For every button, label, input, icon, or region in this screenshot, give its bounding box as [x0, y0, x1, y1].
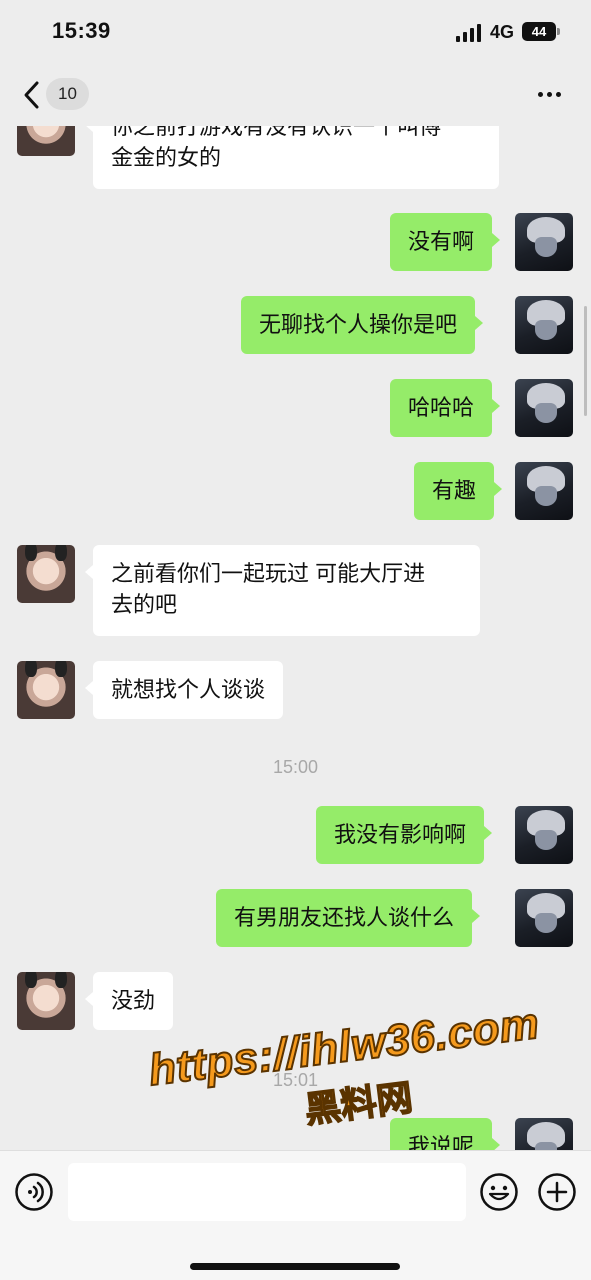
message-text-line: 你之前打游戏有没有认识一个叫傅: [111, 126, 442, 139]
battery-icon: 44: [522, 22, 560, 41]
outgoing-message-bubble[interactable]: 没有啊: [390, 213, 501, 271]
outgoing-message-bubble[interactable]: 我说呢: [390, 1118, 501, 1150]
message-text: 没有啊: [408, 229, 475, 254]
message-timestamp: 15:00: [272, 757, 319, 777]
incoming-message-bubble[interactable]: 之前看你们一起玩过 可能大厅进 去的吧: [85, 545, 480, 636]
my-avatar[interactable]: [515, 889, 573, 947]
voice-icon[interactable]: [14, 1172, 54, 1212]
message-text-line: 金金的女的: [111, 145, 222, 170]
chevron-left-icon[interactable]: [20, 80, 44, 110]
message-text: 有趣: [432, 478, 477, 503]
cellular-signal-icon: [456, 24, 482, 42]
contact-avatar[interactable]: [17, 126, 75, 156]
message-timestamp: 15:01: [272, 1070, 319, 1090]
chat-message-list[interactable]: 你之前打游戏有没有认识一个叫傅 金金的女的 没有啊 无聊找个人操你是吧 哈哈哈 …: [0, 126, 591, 1150]
chat-input-bar: [0, 1150, 591, 1280]
outgoing-message-bubble[interactable]: 有趣: [414, 462, 503, 520]
message-text: 无聊找个人操你是吧: [259, 312, 458, 337]
plus-icon[interactable]: [537, 1172, 577, 1212]
message-text: 我没有影响啊: [334, 822, 467, 847]
my-avatar[interactable]: [515, 213, 573, 271]
more-dots-icon[interactable]: [530, 82, 570, 106]
outgoing-message-bubble[interactable]: 有男朋友还找人谈什么: [216, 889, 481, 947]
my-avatar[interactable]: [515, 379, 573, 437]
my-avatar[interactable]: [515, 806, 573, 864]
message-text: 我说呢: [408, 1134, 475, 1150]
incoming-message-bubble[interactable]: 没劲: [84, 972, 174, 1030]
unread-count-badge[interactable]: 10: [46, 78, 89, 110]
contact-avatar[interactable]: [17, 545, 75, 603]
contact-avatar[interactable]: [17, 972, 75, 1030]
outgoing-message-bubble[interactable]: 我没有影响啊: [316, 806, 493, 864]
my-avatar[interactable]: [515, 462, 573, 520]
message-input[interactable]: [68, 1163, 466, 1221]
message-text: 有男朋友还找人谈什么: [234, 905, 455, 930]
my-avatar[interactable]: [515, 296, 573, 354]
message-text: 哈哈哈: [408, 395, 475, 420]
home-indicator: [190, 1263, 400, 1270]
my-avatar[interactable]: [515, 1118, 573, 1150]
network-type-label: 4G: [490, 22, 515, 42]
message-text-line: 之前看你们一起玩过 可能大厅进: [111, 561, 426, 586]
incoming-message-bubble[interactable]: 就想找个人谈谈: [84, 661, 284, 719]
outgoing-message-bubble[interactable]: 无聊找个人操你是吧: [241, 296, 484, 354]
status-time: 15:39: [52, 18, 111, 43]
status-bar: 15:39 4G 44: [0, 0, 591, 62]
emoji-icon[interactable]: [479, 1172, 519, 1212]
message-text-line: 去的吧: [111, 592, 178, 617]
message-text: 就想找个人谈谈: [111, 677, 266, 702]
outgoing-message-bubble[interactable]: 哈哈哈: [390, 379, 501, 437]
message-text: 没劲: [111, 988, 156, 1013]
incoming-message-bubble[interactable]: 你之前打游戏有没有认识一个叫傅 金金的女的: [85, 126, 499, 189]
contact-avatar[interactable]: [17, 661, 75, 719]
scrollbar[interactable]: [584, 306, 587, 416]
chat-header: 10: [0, 62, 591, 126]
